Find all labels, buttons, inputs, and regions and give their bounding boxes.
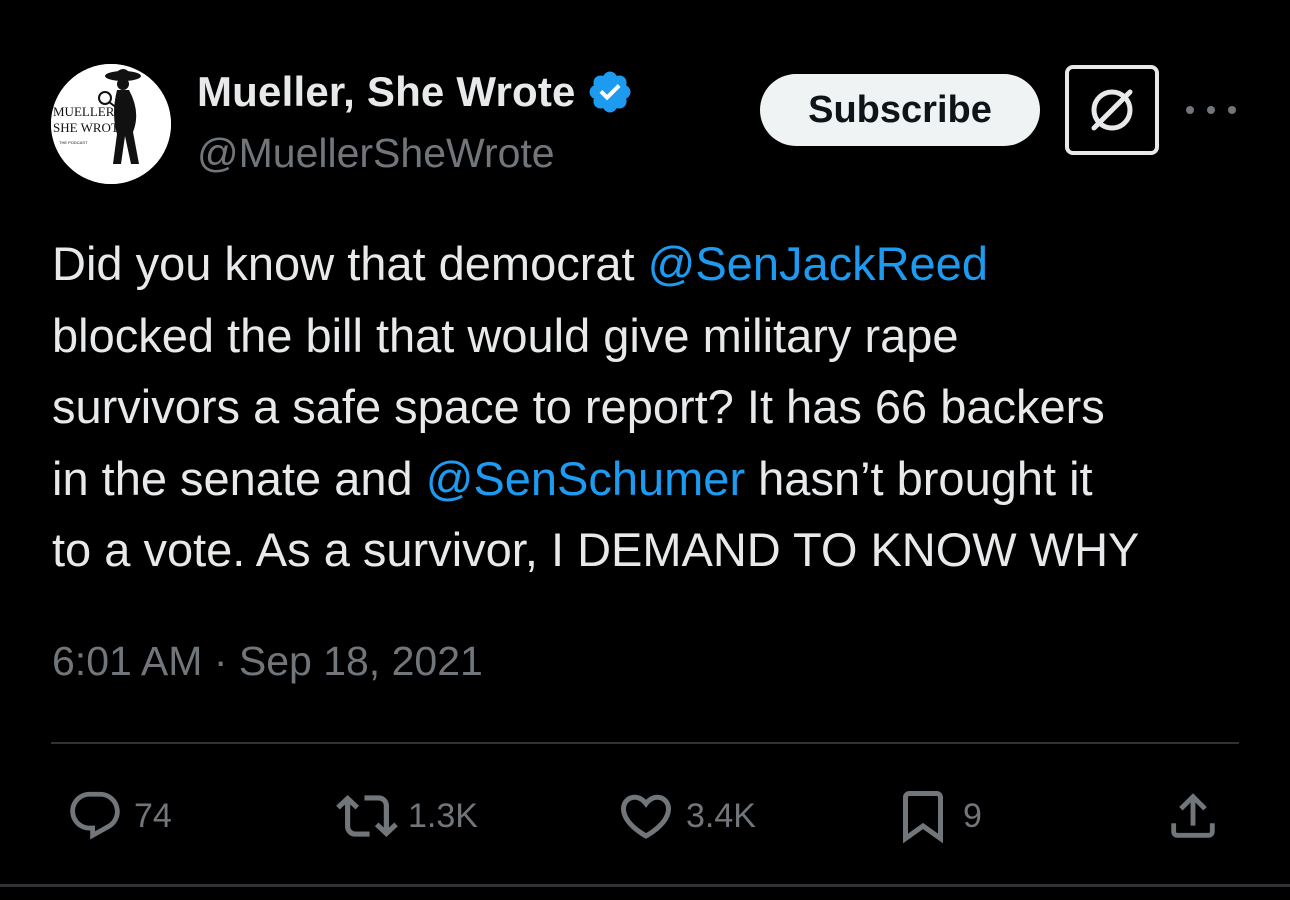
share-button[interactable] — [1164, 786, 1222, 846]
divider — [51, 742, 1239, 744]
grok-button[interactable] — [1065, 65, 1159, 155]
avatar-text-2: SHE WROTE — [53, 120, 127, 135]
tweet-detail: MUELLER, SHE WROTE THE PODCAST Mueller, … — [0, 0, 1290, 900]
mention-link[interactable]: @SenSchumer — [426, 452, 745, 505]
tweet-line: blocked the bill that would give militar… — [52, 300, 1252, 372]
subscribe-button[interactable]: Subscribe — [760, 74, 1040, 146]
tweet-line: survivors a safe space to report? It has… — [52, 371, 1252, 443]
reply-icon — [70, 791, 120, 840]
text-segment: blocked the bill that would give militar… — [52, 308, 959, 362]
author-display-name[interactable]: Mueller, She Wrote — [197, 68, 576, 116]
avatar[interactable]: MUELLER, SHE WROTE THE PODCAST — [51, 64, 171, 184]
more-options-button[interactable] — [1186, 92, 1236, 128]
repost-button[interactable]: 1.3K — [336, 786, 478, 846]
tweet-line: to a vote. As a survivor, I DEMAND TO KN… — [52, 514, 1252, 586]
like-button[interactable]: 3.4K — [616, 786, 756, 846]
author-name-row[interactable]: Mueller, She Wrote — [197, 68, 634, 116]
avatar-text-1: MUELLER, — [53, 104, 118, 119]
bookmark-button[interactable]: 9 — [893, 786, 982, 846]
share-icon — [1171, 793, 1215, 838]
avatar-image: MUELLER, SHE WROTE THE PODCAST — [51, 64, 171, 184]
tweet-text: Did you know that democrat @SenJackReed … — [52, 228, 1252, 586]
repost-count: 1.3K — [408, 796, 478, 835]
text-segment: survivors a safe space to report? It has… — [52, 380, 1105, 433]
repost-icon — [336, 795, 398, 837]
avatar-text-3: THE PODCAST — [59, 140, 88, 145]
grok-icon — [1091, 89, 1133, 131]
tweet-line: in the senate and @SenSchumer hasn’t bro… — [52, 443, 1252, 515]
tweet-timestamp[interactable]: 6:01 AM · Sep 18, 2021 — [52, 638, 483, 685]
mention-link[interactable]: @SenJackReed — [648, 237, 988, 290]
bookmark-icon — [903, 791, 943, 844]
verified-badge-icon[interactable] — [586, 68, 634, 116]
more-icon — [1186, 106, 1194, 114]
reply-count: 74 — [134, 796, 172, 835]
text-segment: Did you know that democrat — [52, 237, 648, 290]
more-icon-dot — [1228, 106, 1236, 114]
bottom-divider — [0, 884, 1290, 887]
text-segment: in the senate and — [52, 451, 426, 505]
text-segment: to a vote. As a survivor, I DEMAND TO KN… — [52, 523, 1140, 576]
heart-icon — [620, 794, 672, 839]
more-icon-dot — [1207, 106, 1215, 114]
text-segment: hasn’t brought it — [745, 451, 1093, 505]
like-count: 3.4K — [686, 796, 756, 835]
author-handle[interactable]: @MuellerSheWrote — [197, 130, 555, 177]
tweet-line: Did you know that democrat @SenJackReed — [52, 228, 1252, 300]
reply-button[interactable]: 74 — [66, 786, 172, 846]
bookmark-count: 9 — [963, 796, 982, 835]
